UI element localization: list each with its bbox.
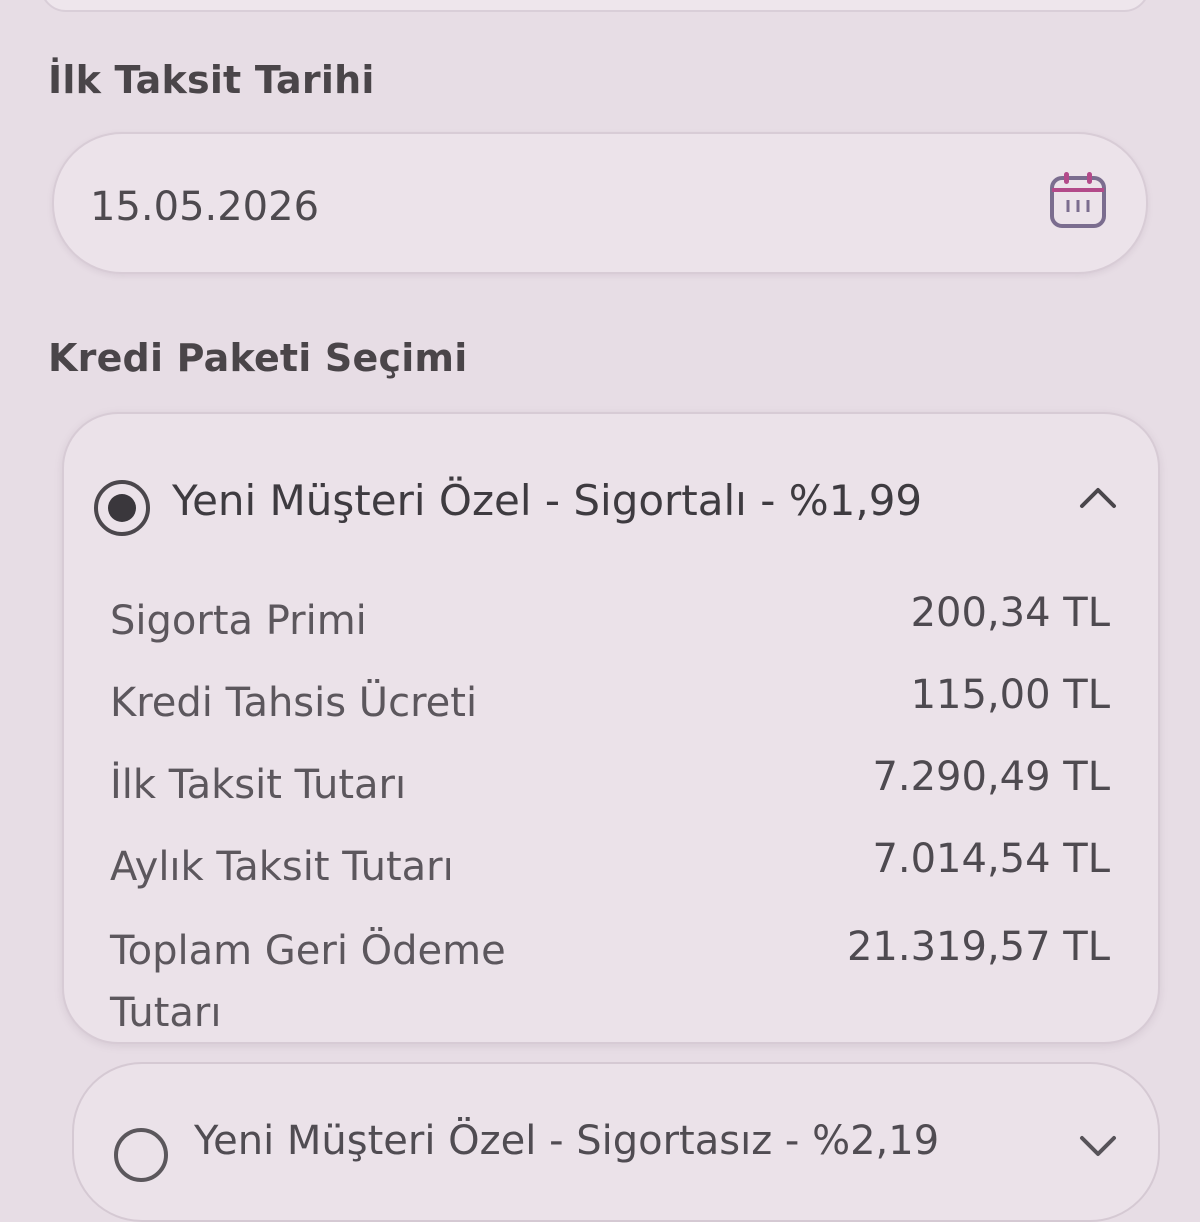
monthly-installment-amount-label: Aylık Taksit Tutarı <box>110 844 454 890</box>
first-installment-amount-label: İlk Taksit Tutarı <box>110 762 407 808</box>
selected-package-card[interactable]: Yeni Müşteri Özel - Sigortalı - %1,99 Si… <box>62 412 1160 1044</box>
package-radio-selected[interactable] <box>94 480 150 536</box>
chevron-down-icon[interactable] <box>1076 1130 1120 1160</box>
total-repayment-amount-row: Toplam Geri Ödeme Tutarı 21.319,57 TL <box>110 920 1110 1040</box>
radio-selected-dot <box>108 494 136 522</box>
insurance-premium-value: 200,34 TL <box>910 590 1110 636</box>
total-repayment-amount-label: Toplam Geri Ödeme Tutarı <box>110 928 506 1036</box>
calendar-icon[interactable] <box>1046 168 1110 232</box>
date-value[interactable]: 15.05.2026 <box>90 184 319 230</box>
first-installment-date-label: İlk Taksit Tarihi <box>48 58 375 102</box>
credit-allocation-fee-value: 115,00 TL <box>910 672 1110 718</box>
credit-package-selection-label: Kredi Paketi Seçimi <box>48 336 468 380</box>
first-installment-date-field[interactable]: 15.05.2026 <box>52 132 1148 274</box>
monthly-installment-amount-row: Aylık Taksit Tutarı 7.014,54 TL <box>110 836 1110 904</box>
package-radio-unselected[interactable] <box>114 1128 168 1182</box>
total-repayment-amount-value: 21.319,57 TL <box>846 924 1110 970</box>
monthly-installment-amount-value: 7.014,54 TL <box>872 836 1110 882</box>
credit-allocation-fee-label: Kredi Tahsis Ücreti <box>110 680 478 726</box>
first-installment-amount-value: 7.290,49 TL <box>872 754 1110 800</box>
first-installment-amount-row: İlk Taksit Tutarı 7.290,49 TL <box>110 754 1110 822</box>
chevron-up-icon[interactable] <box>1076 482 1120 512</box>
insurance-premium-row: Sigorta Primi 200,34 TL <box>110 590 1110 658</box>
insurance-premium-label: Sigorta Primi <box>110 598 367 644</box>
previous-card-edge <box>40 0 1150 12</box>
selected-package-title[interactable]: Yeni Müşteri Özel - Sigortalı - %1,99 <box>172 476 922 525</box>
unselected-package-title[interactable]: Yeni Müşteri Özel - Sigortasız - %2,19 <box>194 1118 939 1164</box>
unselected-package-card[interactable]: Yeni Müşteri Özel - Sigortasız - %2,19 <box>72 1062 1160 1222</box>
credit-allocation-fee-row: Kredi Tahsis Ücreti 115,00 TL <box>110 672 1110 740</box>
